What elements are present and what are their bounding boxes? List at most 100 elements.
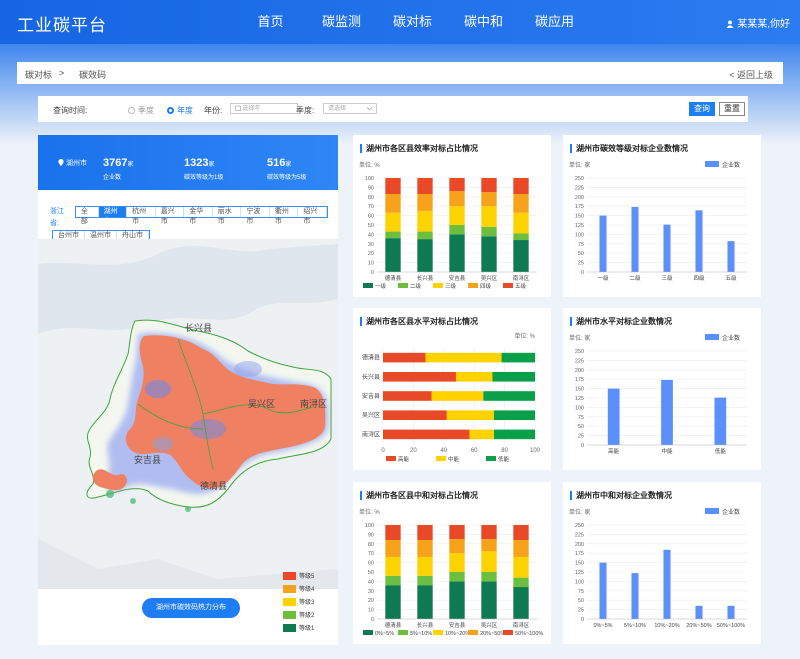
region-tag-jinhua[interactable]: 金华市 xyxy=(184,207,213,225)
user-greeting: 某某某,你好 xyxy=(737,19,790,30)
region-tag-lishui[interactable]: 丽水市 xyxy=(213,207,242,225)
chart-bar-三级 xyxy=(417,210,433,232)
region-tag-jiaxing[interactable]: 嘉兴市 xyxy=(156,207,185,225)
map-legend-swatch xyxy=(283,584,296,593)
chart-bar-二级 xyxy=(513,233,529,241)
chart-grade-count: 单位: 家 0 25 50 75 100 125 150 175 200 225 250 一级 二级 三级 四… xyxy=(569,161,747,282)
chart-y-tick: 40 xyxy=(368,232,374,238)
radio-quarter[interactable]: 季度 xyxy=(128,105,154,116)
chart-x-tick: 五级 xyxy=(725,274,737,282)
breadcrumb: 碳对标 > 碳效码 < 返回上级 xyxy=(17,62,783,84)
chart-legend-label: 10%~20% xyxy=(445,631,470,637)
radio-circle xyxy=(167,107,174,114)
chart-bar xyxy=(663,549,671,619)
chart-y-tick: 80 xyxy=(368,542,374,548)
chart-unit-label: 单位: 家 xyxy=(569,508,590,516)
chart-x-tick: 0%~5% xyxy=(593,623,612,629)
chart-bar-三级 xyxy=(449,206,465,225)
quarter-select[interactable]: 请选择 xyxy=(323,103,377,114)
stats-city-name: 湖州市 xyxy=(65,160,87,167)
chart-bar xyxy=(599,562,607,619)
map-legend-label: 等级1 xyxy=(299,626,315,632)
region-tag-hangzhou[interactable]: 杭州市 xyxy=(127,207,156,225)
nav-carbon-monitoring[interactable]: 碳监测 xyxy=(306,0,377,44)
chart-bar-一级 xyxy=(449,234,465,272)
map-legend: 等级5 等级4 等级3 等级2 等级1 xyxy=(283,569,314,634)
chart-bar-四级 xyxy=(513,193,529,213)
region-tag-huzhou[interactable]: 湖州市 xyxy=(98,207,128,225)
chart-bar-5%~10% xyxy=(513,577,529,588)
chart-y-tick: 50 xyxy=(368,223,374,229)
chart-y-tick: 100 xyxy=(575,405,584,411)
chart-y-tick: 长兴县 xyxy=(362,373,380,381)
region-tag-ningbo[interactable]: 宁波市 xyxy=(241,207,270,225)
chart-y-tick: 175 xyxy=(575,551,584,557)
chart-legend-swatch xyxy=(386,456,396,461)
nav-carbon-benchmark[interactable]: 碳对标 xyxy=(377,0,448,44)
chart-title: 湖州市水平对标企业数情况 xyxy=(570,317,672,326)
chart-y-tick: 安吉县 xyxy=(362,392,380,400)
chart-y-tick: 吴兴区 xyxy=(362,411,380,419)
map-legend-item: 等级1 xyxy=(283,621,314,634)
chart-bar-20%~50% xyxy=(481,539,497,552)
chart-title: 湖州市各区县效率对标占比情况 xyxy=(360,144,478,153)
reset-button[interactable]: 重置 xyxy=(719,102,745,116)
chart-bar-20%~50% xyxy=(417,540,433,557)
chart-legend-label: 中能 xyxy=(448,455,460,463)
chart-title: 湖州市中和对标企业数情况 xyxy=(570,491,672,500)
chart-bar xyxy=(714,397,727,445)
chart-efficiency-ratio: 单位: % 0 10 20 30 40 50 60 70 80 90 100 德清县 长兴县 安吉县 吴兴区 南… xyxy=(359,161,537,290)
chart-y-tick: 德清县 xyxy=(362,354,380,362)
chart-x-tick: 一级 xyxy=(597,274,609,282)
chart-legend-swatch xyxy=(433,630,443,635)
chart-x-tick: 5%~10% xyxy=(624,623,646,629)
chart-bar-低能 xyxy=(501,352,535,363)
chart-y-tick: 0 xyxy=(581,443,584,449)
chart-card-efficiency-ratio: 湖州市各区县效率对标占比情况 单位: % 0 10 20 30 40 50 60 70 80 90 1… xyxy=(353,135,551,297)
back-link[interactable]: < 返回上级 xyxy=(729,68,773,81)
chart-bar-二级 xyxy=(385,231,401,239)
chart-bar-50%~100% xyxy=(481,525,497,540)
region-tag-shaoxing[interactable]: 绍兴市 xyxy=(298,207,327,225)
nav-home[interactable]: 首页 xyxy=(235,0,306,44)
chart-unit-label: 单位: % xyxy=(359,161,380,169)
radio-year[interactable]: 年度 xyxy=(167,105,193,116)
chart-legend-label: 企业数 xyxy=(722,508,740,516)
chart-y-tick: 175 xyxy=(575,377,584,383)
user-menu[interactable]: 某某某,你好 xyxy=(726,15,790,30)
heatmap-button[interactable]: 湖州市碳效码热力分布 xyxy=(142,598,240,618)
chart-bar-50%~100% xyxy=(513,525,529,541)
chart-x-tick: 吴兴区 xyxy=(481,274,498,282)
chart-y-tick: 0 xyxy=(371,270,374,276)
nav-carbon-application[interactable]: 碳应用 xyxy=(519,0,590,44)
radio-year-label: 年度 xyxy=(177,106,193,115)
chart-card-level-count: 湖州市水平对标企业数情况 单位: 家 0 25 50 75 100 125 150 175 200… xyxy=(563,308,761,470)
chart-y-tick: 225 xyxy=(575,358,584,364)
map-legend-item: 等级4 xyxy=(283,582,314,595)
province-label: 浙江省: xyxy=(50,208,64,227)
main-nav: 首页 碳监测 碳对标 碳中和 碳应用 xyxy=(235,0,590,44)
map-legend-item: 等级2 xyxy=(283,608,314,621)
stat-grade1-label: 碳效等级为1级 xyxy=(184,175,224,181)
chart-legend-swatch xyxy=(436,456,446,461)
year-picker[interactable]: 选择年 xyxy=(230,103,298,114)
heat-map[interactable]: 长兴县 吴兴区 南浔区 安吉县 德清县 xyxy=(38,239,338,589)
chart-legend-swatch xyxy=(705,508,719,514)
chart-bar-高能 xyxy=(383,391,432,401)
chart-y-tick: 75 xyxy=(578,589,584,595)
chart-legend-swatch xyxy=(363,630,373,635)
chart-y-tick: 50 xyxy=(578,598,584,604)
chart-bar xyxy=(695,210,703,272)
region-tag-quzhou[interactable]: 衢州市 xyxy=(270,207,299,225)
chart-legend-label: 四级 xyxy=(480,282,492,290)
chart-legend-label: 一级 xyxy=(375,282,387,290)
breadcrumb-item-benchmark[interactable]: 碳对标 xyxy=(25,68,52,81)
chart-bar-中能 xyxy=(431,391,484,401)
chart-unit-label: 单位: % xyxy=(359,508,380,516)
region-tag-all[interactable]: 全部 xyxy=(76,207,99,225)
nav-carbon-neutral[interactable]: 碳中和 xyxy=(448,0,519,44)
query-button[interactable]: 查询 xyxy=(689,102,715,116)
chart-legend-label: 0%~5% xyxy=(375,631,394,637)
chart-y-tick: 200 xyxy=(575,195,584,201)
calendar-icon xyxy=(235,105,241,111)
